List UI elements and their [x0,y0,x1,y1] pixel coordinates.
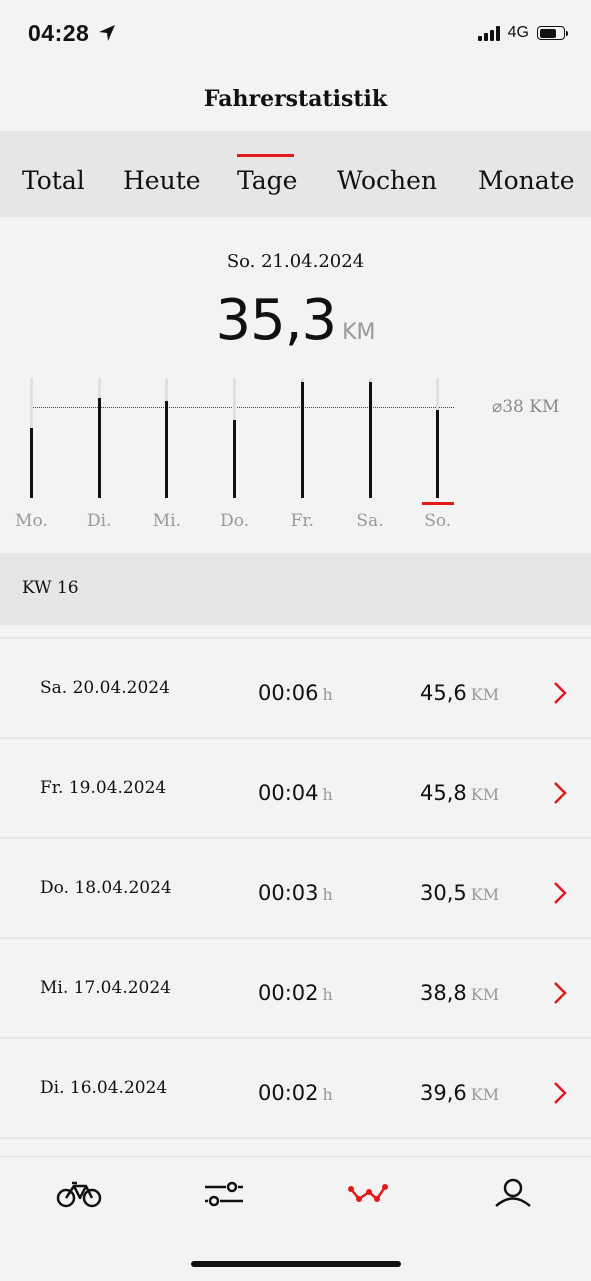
row-duration: 00:03 h [258,881,333,905]
day-row[interactable]: Fr. 19.04.2024 00:04 h 45,8 KM [0,737,591,837]
selected-day-marker [421,502,454,505]
chevron-right-icon[interactable] [552,981,568,1005]
day-row[interactable]: Di. 16.04.2024 00:02 h 39,6 KM [0,1037,591,1137]
location-arrow-icon [99,25,116,41]
week-header: KW 16 [0,553,591,625]
average-label: ⌀38 KM [492,396,560,417]
day-label: So. [424,511,452,531]
day-label: Fr. [290,511,315,531]
distance-value: 39,6 [420,1081,467,1105]
profile-icon[interactable] [493,1177,533,1209]
row-distance: 45,8 KM [420,781,499,805]
row-distance: 38,8 KM [420,981,499,1005]
statistics-icon[interactable] [347,1181,389,1207]
status-time: 04:28 [28,20,116,47]
home-indicator [191,1261,401,1267]
tab-bar: Total Heute Tage Wochen Monate [0,131,591,217]
row-distance: 45,6 KM [420,681,499,705]
row-date: Fr. 19.04.2024 [40,778,167,798]
distance-unit: KM [470,785,500,804]
chevron-right-icon[interactable] [552,881,568,905]
day-label: Di. [86,511,112,531]
distance-value: 38,8 [420,981,467,1005]
tab-total[interactable]: Total [22,166,85,195]
bar-mi[interactable] [165,400,169,498]
bar-so[interactable] [436,410,440,498]
day-label: Sa. [356,511,384,531]
bar-do[interactable] [233,420,237,498]
day-list: Sa. 20.04.2024 00:06 h 45,6 KM Fr. 19.04.2024… [0,637,591,1159]
bar-fr[interactable] [300,382,304,498]
tab-heute[interactable]: Heute [123,166,201,195]
distance-unit: KM [470,985,500,1004]
row-date: Do. 18.04.2024 [40,878,172,898]
battery-icon [537,26,568,40]
average-line [32,406,454,408]
day-row[interactable]: Sa. 20.04.2024 00:06 h 45,6 KM [0,637,591,737]
day-row[interactable]: Do. 18.04.2024 00:03 h 30,5 KM [0,837,591,937]
tab-active-indicator [237,154,294,157]
day-label: Do. [220,511,250,531]
duration-unit: h [322,685,333,704]
bike-icon[interactable] [56,1179,102,1209]
sliders-icon[interactable] [204,1181,244,1209]
day-label: Mo. [15,511,48,531]
day-row[interactable]: Mi. 17.04.2024 00:02 h 38,8 KM [0,937,591,1037]
distance-unit: KM [470,1085,500,1104]
bar-sa[interactable] [368,382,372,498]
distance-unit: KM [470,885,500,904]
duration-unit: h [322,1085,333,1104]
row-date: Sa. 20.04.2024 [40,678,170,698]
row-date: Di. 16.04.2024 [40,1078,168,1098]
distance-value: 45,8 [420,781,467,805]
row-duration: 00:06 h [258,681,333,705]
duration-unit: h [322,885,333,904]
distance-unit: KM [470,685,500,704]
row-duration: 00:02 h [258,1081,333,1105]
row-date: Mi. 17.04.2024 [40,978,171,998]
row-duration: 00:04 h [258,781,333,805]
daily-distance-chart: ⌀38 KM Mo. Di. Mi. Do. Fr. Sa. So. [0,370,591,540]
signal-icon [477,25,500,41]
tab-tage[interactable]: Tage [237,166,297,195]
day-label: Mi. [152,511,182,531]
tab-wochen[interactable]: Wochen [337,166,437,195]
duration-value: 00:03 [258,881,319,905]
bar-mo[interactable] [30,427,33,498]
week-label: KW 16 [22,578,79,598]
chevron-right-icon[interactable] [552,681,568,705]
duration-value: 00:04 [258,781,319,805]
row-distance: 30,5 KM [420,881,499,905]
status-time-text: 04:28 [28,20,90,46]
page-title: Fahrerstatistik [203,86,388,112]
selected-date: So. 21.04.2024 [226,251,365,272]
chevron-right-icon[interactable] [552,1081,568,1105]
network-label: 4G [507,24,529,41]
duration-value: 00:02 [258,1081,319,1105]
tab-monate[interactable]: Monate [478,166,575,195]
selected-distance: 35,3 KM [0,288,591,353]
distance-value: 30,5 [420,881,467,905]
bottom-navigation [0,1156,591,1281]
distance-value: 45,6 [420,681,467,705]
distance-value: 35,3 [215,288,337,353]
distance-unit: KM [342,320,376,345]
chevron-right-icon[interactable] [552,781,568,805]
bar-di[interactable] [97,398,101,498]
duration-value: 00:02 [258,981,319,1005]
row-distance: 39,6 KM [420,1081,499,1105]
duration-value: 00:06 [258,681,319,705]
duration-unit: h [322,985,333,1004]
status-indicators: 4G [477,24,568,42]
row-duration: 00:02 h [258,981,333,1005]
duration-unit: h [322,785,333,804]
